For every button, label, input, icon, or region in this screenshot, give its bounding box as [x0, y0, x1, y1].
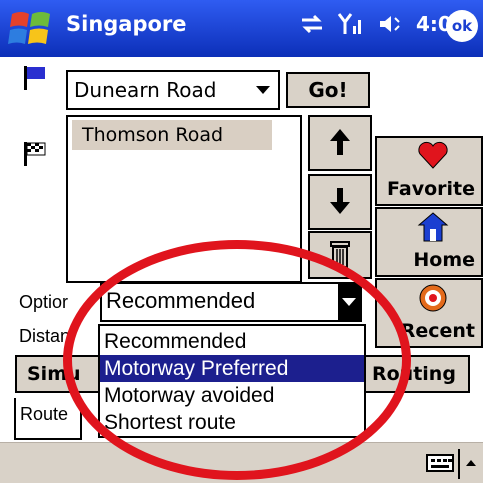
- destination-flag-icon: [24, 142, 46, 166]
- heart-icon: [418, 141, 448, 169]
- option-recommended[interactable]: Recommended: [100, 328, 364, 355]
- tab-route[interactable]: Route: [14, 398, 82, 440]
- favorite-label: Favorite: [387, 178, 475, 200]
- distance-label: Distan: [19, 326, 71, 346]
- favorite-button[interactable]: Favorite: [375, 136, 483, 206]
- input-panel-arrow-icon[interactable]: [466, 460, 476, 466]
- windows-start-icon[interactable]: [8, 8, 54, 50]
- home-button[interactable]: Home: [375, 207, 483, 277]
- arrow-down-icon: [330, 188, 350, 214]
- move-down-button[interactable]: [308, 174, 372, 230]
- chevron-down-icon[interactable]: [256, 86, 270, 94]
- recent-button[interactable]: Recent: [375, 278, 483, 348]
- arrow-up-icon: [330, 129, 350, 155]
- start-flag-icon: [24, 66, 45, 90]
- list-item[interactable]: Thomson Road: [72, 120, 272, 150]
- home-icon: [417, 212, 449, 242]
- connectivity-icon[interactable]: [300, 14, 324, 34]
- title-bar: Singapore 4:01 ok: [0, 0, 483, 57]
- status-area: 4:01: [300, 12, 466, 36]
- simulate-button[interactable]: Simu: [15, 355, 100, 393]
- option-shortest-route[interactable]: Shortest route: [100, 409, 364, 436]
- destination-list[interactable]: Thomson Road: [66, 115, 302, 283]
- delete-button[interactable]: [308, 231, 372, 279]
- from-street-value: Dunearn Road: [74, 78, 217, 102]
- chevron-down-icon[interactable]: [338, 284, 360, 320]
- window-title: Singapore: [66, 12, 187, 36]
- separator: [458, 449, 460, 479]
- recent-label: Recent: [400, 320, 475, 342]
- route-options-list[interactable]: Recommended Motorway Preferred Motorway …: [98, 324, 366, 438]
- routing-button[interactable]: Routing: [366, 355, 470, 393]
- signal-icon[interactable]: [338, 12, 364, 36]
- move-up-button[interactable]: [308, 115, 372, 171]
- route-options-value: Recommended: [106, 288, 256, 313]
- option-motorway-preferred[interactable]: Motorway Preferred: [100, 355, 364, 382]
- route-options-select[interactable]: Recommended: [100, 282, 362, 322]
- menu-bar: [0, 442, 483, 483]
- options-label: Optior: [19, 292, 69, 312]
- home-label: Home: [413, 249, 475, 271]
- volume-icon[interactable]: [378, 13, 402, 35]
- ok-button[interactable]: ok: [446, 10, 478, 42]
- from-street-select[interactable]: Dunearn Road: [66, 70, 280, 110]
- keyboard-icon[interactable]: [426, 454, 454, 472]
- target-icon: [419, 284, 447, 312]
- trash-icon: [330, 241, 350, 268]
- option-motorway-avoided[interactable]: Motorway avoided: [100, 382, 364, 409]
- go-button[interactable]: Go!: [286, 72, 370, 108]
